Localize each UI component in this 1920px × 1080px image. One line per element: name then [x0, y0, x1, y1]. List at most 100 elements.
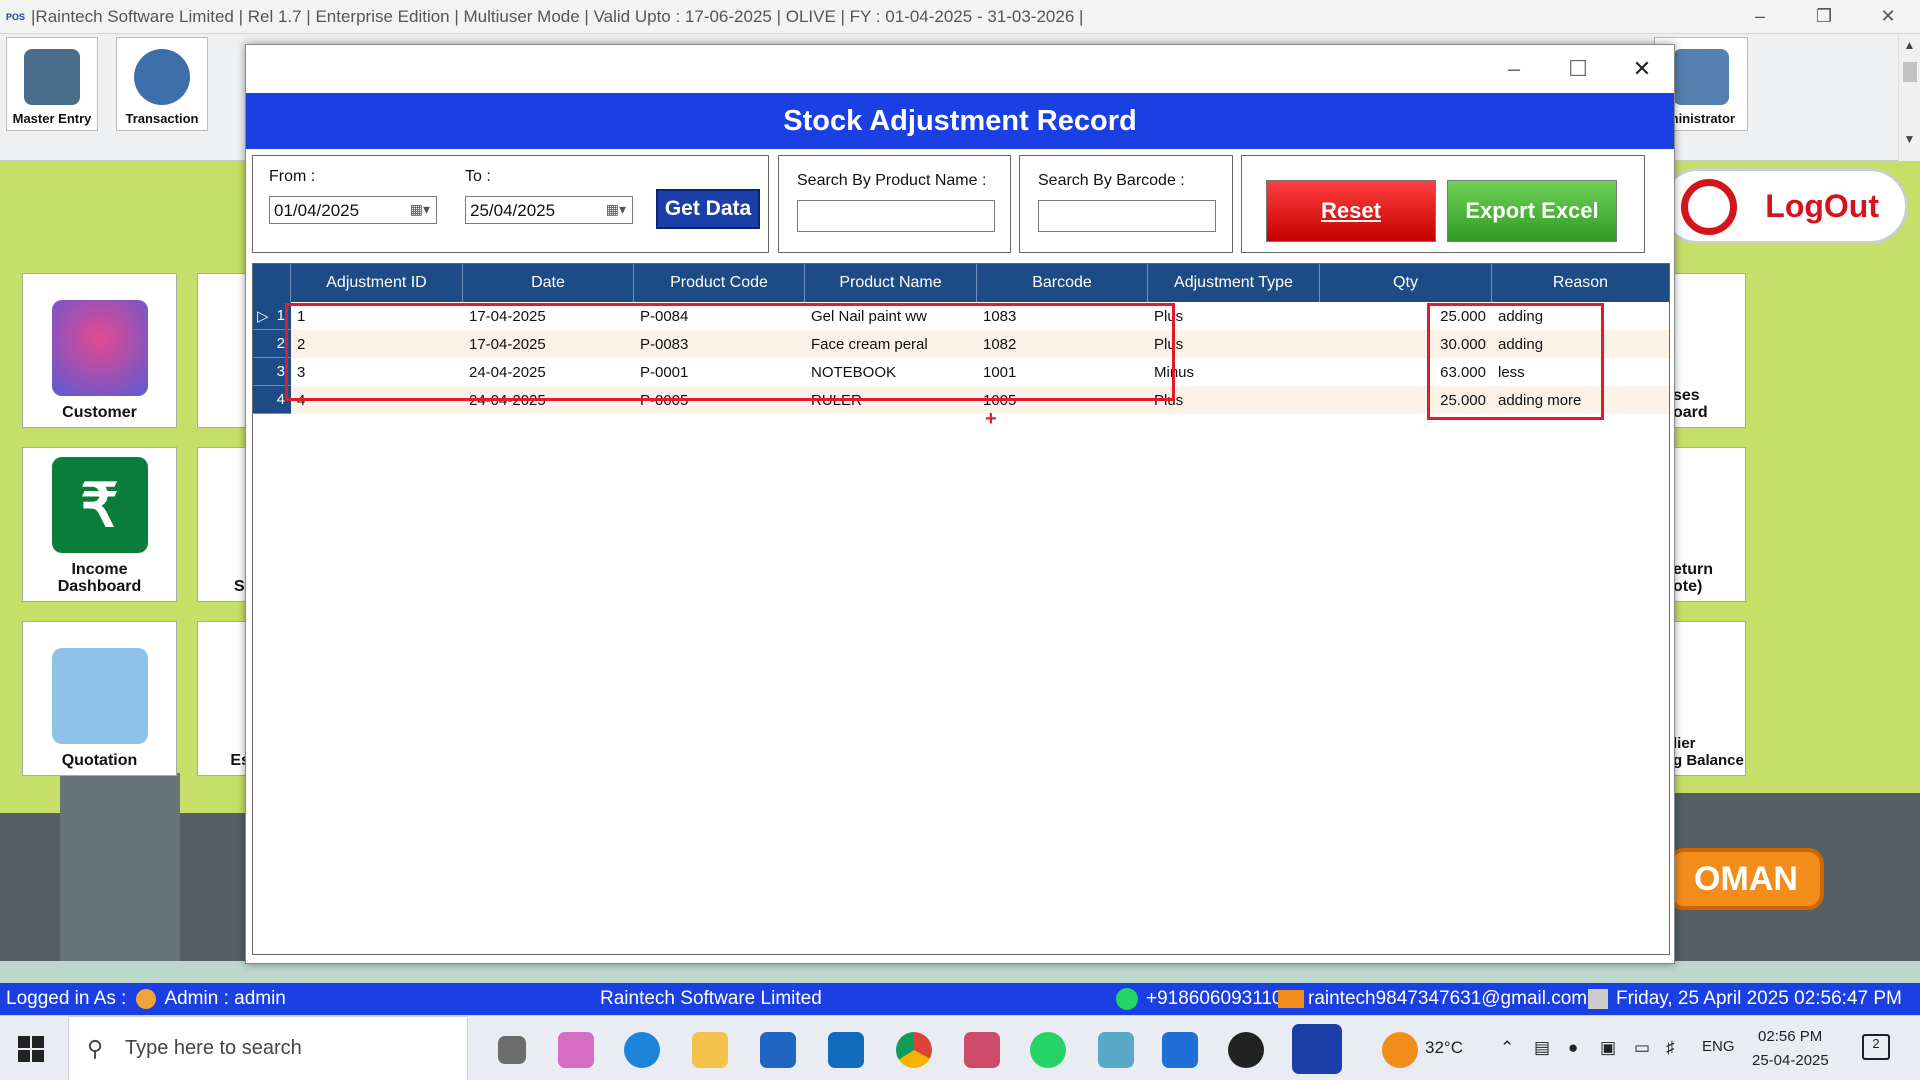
chevron-up-icon[interactable]: ⌃	[1500, 1038, 1514, 1058]
app-icon[interactable]	[1228, 1032, 1264, 1068]
balance-label: g Balance	[1673, 752, 1744, 769]
datetime: Friday, 25 April 2025 02:56:47 PM	[1616, 988, 1902, 1009]
highlight-box	[285, 303, 1175, 401]
company-name: Raintech Software Limited	[600, 988, 822, 1009]
from-date-value: 01/04/2025	[274, 201, 360, 220]
minimize-button[interactable]: –	[1728, 0, 1792, 34]
column-header[interactable]: Adjustment ID	[291, 264, 463, 302]
transaction-button[interactable]: Transaction	[116, 37, 208, 131]
mouse-cursor-icon: +	[985, 408, 997, 430]
chrome-icon[interactable]	[896, 1032, 932, 1068]
logout-button[interactable]: LogOut	[1660, 168, 1908, 244]
return-note-label: ote)	[1673, 578, 1703, 595]
column-header[interactable]: Qty	[1320, 264, 1492, 302]
copilot-icon[interactable]	[558, 1032, 594, 1068]
search-barcode-input[interactable]	[1038, 200, 1216, 232]
reset-label: Reset	[1321, 198, 1381, 223]
phone-number: +918606093110	[1146, 988, 1283, 1009]
display-icon[interactable]: ▣	[1600, 1038, 1616, 1058]
file-explorer-icon[interactable]	[692, 1032, 728, 1068]
oman-badge: OMAN	[1668, 848, 1824, 910]
wifi-icon[interactable]: ▭	[1634, 1038, 1650, 1058]
notification-icon[interactable]: 2	[1862, 1034, 1890, 1060]
calendar-icon[interactable]: ▦▾	[606, 201, 626, 218]
modal-header: Stock Adjustment Record	[246, 93, 1674, 149]
restore-button[interactable]: ❐	[1792, 0, 1856, 34]
modal-minimize-button[interactable]: –	[1482, 45, 1546, 93]
column-header[interactable]: Barcode	[977, 264, 1148, 302]
status-bar: Logged in As : Admin : admin Raintech So…	[0, 983, 1920, 1015]
calendar-icon[interactable]: ▦▾	[410, 201, 430, 218]
network-icon[interactable]: ▤	[1534, 1038, 1550, 1058]
scroll-up-icon[interactable]: ▲	[1899, 38, 1920, 52]
to-date-value: 25/04/2025	[470, 201, 556, 220]
calendar-icon	[1588, 989, 1608, 1009]
raintech-app-icon[interactable]	[1292, 1024, 1342, 1074]
search-icon: ⚲	[87, 1035, 104, 1061]
search-barcode-label: Search By Barcode :	[1038, 172, 1185, 189]
to-label: To :	[465, 168, 491, 185]
column-header[interactable]: Reason	[1492, 264, 1669, 302]
ribbon-scrollbar[interactable]: ▲ ▼	[1898, 34, 1920, 161]
administrator-icon	[1673, 49, 1729, 105]
app-title: |Raintech Software Limited | Rel 1.7 | E…	[31, 6, 1084, 26]
windows-start-icon[interactable]	[18, 1036, 44, 1062]
column-header[interactable]: Product Name	[805, 264, 977, 302]
modal-close-button[interactable]: ✕	[1610, 45, 1674, 93]
export-excel-button[interactable]: Export Excel	[1447, 180, 1617, 242]
transaction-icon	[134, 49, 190, 105]
row-header-corner	[253, 264, 291, 302]
to-date-picker[interactable]: 25/04/2025 ▦▾	[465, 196, 633, 224]
weather-icon	[1382, 1032, 1418, 1068]
customer-tile[interactable]: Customer	[22, 273, 177, 428]
grid-header: Adjustment ID Date Product Code Product …	[253, 264, 1669, 302]
search-barcode-group: Search By Barcode :	[1019, 155, 1233, 253]
quotation-tile[interactable]: Quotation	[22, 621, 177, 776]
action-group: Reset Export Excel	[1241, 155, 1645, 253]
reset-button[interactable]: Reset	[1266, 180, 1436, 242]
master-entry-label: Master Entry	[12, 111, 92, 126]
search-name-input[interactable]	[797, 200, 995, 232]
email-icon	[1278, 990, 1304, 1008]
clock-time[interactable]: 02:56 PM	[1758, 1028, 1822, 1045]
microphone-icon[interactable]: ●	[1568, 1038, 1578, 1058]
master-entry-button[interactable]: Master Entry	[6, 37, 98, 131]
edge-icon[interactable]	[624, 1032, 660, 1068]
ground	[0, 961, 1920, 983]
column-header[interactable]: Adjustment Type	[1148, 264, 1320, 302]
supplier-label: lier	[1673, 735, 1696, 752]
rupee-chart-icon: ₹	[51, 457, 148, 553]
administrator-label: ministrator	[1667, 111, 1735, 126]
user-value: Admin : admin	[164, 988, 286, 1009]
column-header[interactable]: Date	[463, 264, 634, 302]
taskbar-search[interactable]: ⚲ Type here to search	[68, 1016, 468, 1080]
app-icon[interactable]	[1098, 1032, 1134, 1068]
user-icon	[136, 989, 157, 1009]
from-date-picker[interactable]: 01/04/2025 ▦▾	[269, 196, 437, 224]
app-icon[interactable]	[1162, 1032, 1198, 1068]
modal-maximize-button[interactable]: ☐	[1546, 45, 1610, 93]
get-data-button[interactable]: Get Data	[656, 189, 760, 229]
income-dashboard-tile[interactable]: ₹ Income Dashboard	[22, 447, 177, 602]
task-view-icon[interactable]	[498, 1036, 526, 1064]
app-logo: POS	[6, 11, 26, 22]
close-button[interactable]: ✕	[1856, 0, 1920, 34]
scroll-down-icon[interactable]: ▼	[1899, 132, 1920, 146]
volume-icon[interactable]: ♯	[1666, 1038, 1675, 1058]
from-label: From :	[269, 168, 316, 185]
language-indicator[interactable]: ENG	[1702, 1038, 1735, 1055]
scroll-thumb[interactable]	[1902, 62, 1917, 82]
purchase-label: ses	[1673, 387, 1700, 404]
date-filter-group: From : 01/04/2025 ▦▾ To : 25/04/2025 ▦▾ …	[252, 155, 769, 253]
customer-icon	[51, 300, 148, 396]
whatsapp-icon	[1116, 988, 1138, 1010]
clock-date[interactable]: 25-04-2025	[1752, 1052, 1829, 1069]
logout-label: LogOut	[1765, 187, 1879, 224]
whatsapp-icon[interactable]	[1030, 1032, 1066, 1068]
column-header[interactable]: Product Code	[634, 264, 805, 302]
temperature: 32°C	[1425, 1038, 1463, 1057]
store-icon[interactable]	[760, 1032, 796, 1068]
snipping-tool-icon[interactable]	[964, 1032, 1000, 1068]
outlook-icon[interactable]	[828, 1032, 864, 1068]
search-placeholder: Type here to search	[125, 1037, 302, 1059]
